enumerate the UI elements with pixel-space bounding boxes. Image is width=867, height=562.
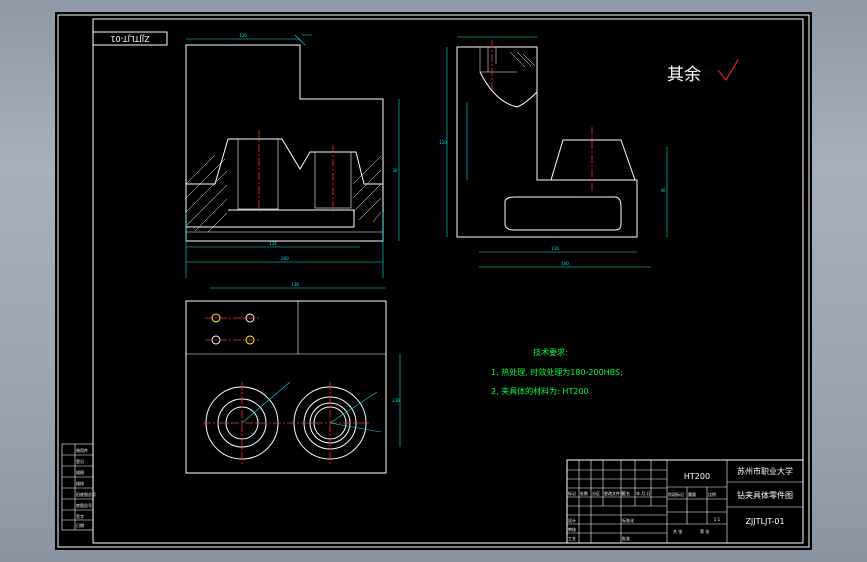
dim-top-height: 236 (392, 398, 400, 403)
rotated-code: ZJJTLJT-01 (110, 34, 149, 43)
tb-top-4: 签名 (622, 490, 630, 496)
drawing-frame (92, 18, 804, 544)
dim-side-height: 120 (439, 140, 447, 145)
drawing-sheet: ZJJTLJT-01 120 134 200 30 120 40 116 100… (57, 14, 810, 548)
dim-side-right: 40 (660, 188, 666, 193)
cad-drawing-canvas[interactable]: ZJJTLJT-01 120 134 200 30 120 40 116 100… (55, 12, 812, 550)
tb-mid-3: 重量 (688, 491, 696, 497)
tb-mid-2: 阶段标记 (668, 491, 684, 497)
tb-mid-0: 设计 (568, 517, 576, 523)
dim-side-inner: 116 (551, 246, 559, 251)
left-strip-table: 借用件 登记 描图 描校 旧底图总号 底图总号 签字 日期 (61, 443, 96, 531)
front-view: 120 134 200 30 (185, 33, 400, 278)
scale-value: 1:1 (714, 517, 721, 522)
outer-border (57, 14, 810, 548)
dim-side-total: 100 (561, 261, 569, 266)
strip-cell-4: 旧底图总号 (76, 491, 96, 497)
tb-mid-4: 比例 (708, 491, 716, 497)
dim-height-right: 30 (392, 168, 398, 173)
strip-cell-2: 描图 (76, 469, 84, 475)
title-block: HT200 苏州市职业大学 钻夹具体零件图 ZJJTLJT-01 1:1 标记 … (566, 459, 804, 544)
tb-top-0: 标记 (568, 490, 576, 496)
tech-line-2: 2, 夹具体的材料为: HT200 (491, 386, 589, 396)
part-name: 钻夹具体零件图 (737, 490, 793, 500)
tech-line-1: 1, 热处理, 时效处理为180-200HBS; (491, 367, 623, 377)
dim-top-width: 138 (291, 282, 299, 287)
tb-bot-0: 审核 (568, 526, 576, 532)
tb-mid-1: 标准化 (622, 517, 634, 523)
front-hatch-left (185, 154, 228, 233)
side-view: 120 40 116 100 (439, 36, 668, 268)
tb-top-5: 年.月.日 (636, 490, 651, 496)
tb-bot-4: 第 张 (700, 528, 709, 534)
drawing-number: ZJJTLJT-01 (745, 517, 784, 526)
tech-requirements: 技术要求: 1, 热处理, 时效处理为180-200HBS; 2, 夹具体的材料… (491, 347, 623, 396)
strip-cell-0: 借用件 (76, 447, 88, 453)
material-label: HT200 (684, 472, 710, 481)
tb-bot-3: 共 张 (673, 528, 682, 534)
tb-bot-1: 工艺 (568, 536, 576, 541)
dim-width-inner: 134 (269, 241, 277, 246)
strip-cell-6: 签字 (76, 513, 84, 519)
strip-cell-1: 登记 (76, 458, 84, 464)
strip-cell-3: 描校 (76, 480, 84, 486)
dim-width-total: 200 (281, 256, 289, 261)
strip-cell-7: 日期 (76, 522, 84, 528)
remaining-roughness-label: 其余 (667, 65, 701, 85)
tb-top-2: 分区 (592, 490, 600, 496)
front-hatch-right (352, 155, 382, 223)
dim-width-top: 120 (239, 33, 247, 38)
top-view: 138 236 (185, 282, 401, 474)
tb-bot-2: 批准 (622, 535, 630, 541)
roughness-symbol-icon (717, 59, 739, 81)
strip-cell-5: 底图总号 (76, 502, 92, 508)
tb-top-1: 处数 (580, 490, 588, 496)
tb-top-3: 更改文件号 (604, 490, 624, 496)
school-name: 苏州市职业大学 (737, 466, 793, 476)
tech-title: 技术要求: (533, 347, 568, 357)
